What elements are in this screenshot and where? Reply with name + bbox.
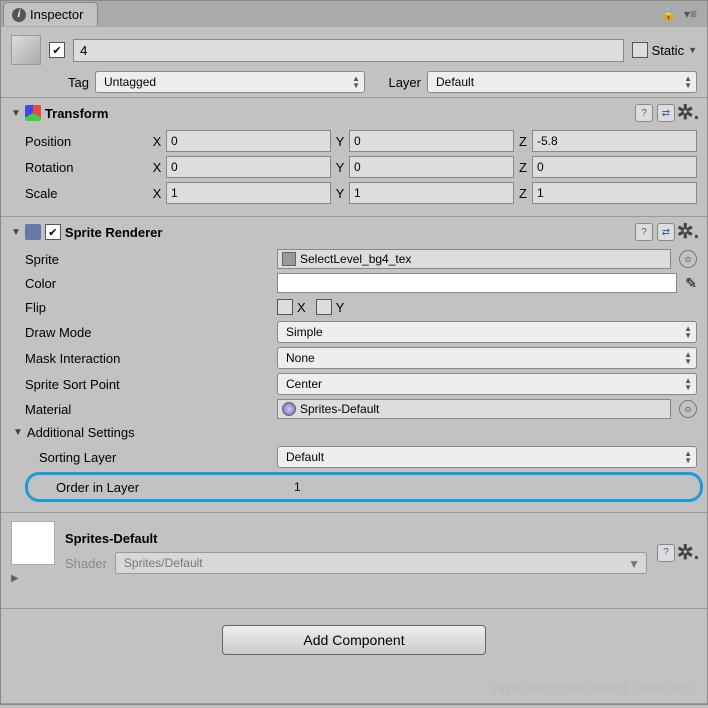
foldout-icon[interactable]: ▼	[11, 227, 21, 238]
transform-component: ▼ Transform ? ⇄ ✲. Position X Y Z Rotati…	[1, 98, 707, 217]
order-in-layer-highlight: Order in Layer	[25, 472, 703, 502]
component-enabled-checkbox[interactable]: ✔	[45, 224, 61, 240]
gameobject-icon[interactable]	[11, 35, 41, 65]
draw-mode-dropdown[interactable]: Simple▲▼	[277, 321, 697, 343]
gear-icon[interactable]: ✲.	[679, 223, 697, 241]
shader-label: Shader	[65, 556, 107, 571]
order-in-layer-label: Order in Layer	[56, 480, 290, 495]
info-icon: i	[12, 8, 26, 22]
static-dropdown-icon[interactable]: ▼	[688, 45, 697, 55]
transform-icon	[25, 105, 41, 121]
tab-menu-icon[interactable]: ▾≡	[684, 7, 697, 21]
eyedropper-icon[interactable]: ✎	[685, 275, 697, 292]
texture-icon	[282, 252, 296, 266]
material-field[interactable]: Sprites-Default	[277, 399, 671, 419]
transform-title: Transform	[45, 106, 631, 121]
draw-mode-label: Draw Mode	[25, 325, 273, 340]
position-y-input[interactable]	[349, 130, 514, 152]
sorting-layer-label: Sorting Layer	[39, 450, 273, 465]
foldout-icon[interactable]: ▼	[11, 108, 21, 119]
inspector-tab[interactable]: i Inspector	[3, 2, 98, 26]
tag-dropdown[interactable]: Untagged ▲▼	[95, 71, 365, 93]
gear-icon[interactable]: ✲.	[679, 104, 697, 122]
material-preview-section: ▶ Sprites-Default Shader Sprites/Default…	[1, 513, 707, 609]
tab-title: Inspector	[30, 7, 83, 22]
preset-icon[interactable]: ⇄	[657, 104, 675, 122]
gameobject-name-input[interactable]	[73, 39, 624, 62]
help-icon[interactable]: ?	[657, 544, 675, 562]
active-checkbox[interactable]: ✔	[49, 42, 65, 58]
material-name: Sprites-Default	[65, 531, 647, 546]
position-x-input[interactable]	[166, 130, 331, 152]
lock-icon[interactable]: 🔒	[661, 7, 676, 21]
shader-dropdown[interactable]: Sprites/Default▼	[115, 552, 647, 574]
rotation-y-input[interactable]	[349, 156, 514, 178]
scale-label: Scale	[25, 186, 146, 201]
sprite-renderer-icon	[25, 224, 41, 240]
sprite-renderer-title: Sprite Renderer	[65, 225, 631, 240]
sprite-label: Sprite	[25, 252, 273, 267]
material-label: Material	[25, 402, 273, 417]
scale-x-input[interactable]	[166, 182, 331, 204]
layer-dropdown[interactable]: Default ▲▼	[427, 71, 697, 93]
mask-interaction-label: Mask Interaction	[25, 351, 273, 366]
position-label: Position	[25, 134, 146, 149]
flip-label: Flip	[25, 300, 273, 315]
rotation-x-input[interactable]	[166, 156, 331, 178]
gear-icon[interactable]: ✲.	[679, 544, 697, 562]
help-icon[interactable]: ?	[635, 223, 653, 241]
sorting-layer-dropdown[interactable]: Default▲▼	[277, 446, 697, 468]
rotation-z-input[interactable]	[532, 156, 697, 178]
help-icon[interactable]: ?	[635, 104, 653, 122]
gameobject-header: ✔ Static ▼ Tag Untagged ▲▼ Layer Default…	[1, 27, 707, 98]
sprite-sort-point-dropdown[interactable]: Center▲▼	[277, 373, 697, 395]
material-thumbnail	[11, 521, 55, 565]
color-label: Color	[25, 276, 273, 291]
sprite-field[interactable]: SelectLevel_bg4_tex	[277, 249, 671, 269]
tag-label: Tag	[11, 75, 89, 90]
sprite-sort-point-label: Sprite Sort Point	[25, 377, 273, 392]
mask-interaction-dropdown[interactable]: None▲▼	[277, 347, 697, 369]
object-picker-icon[interactable]: ⊙	[679, 400, 697, 418]
layer-label: Layer	[371, 75, 421, 90]
rotation-label: Rotation	[25, 160, 146, 175]
foldout-icon[interactable]: ▼	[13, 427, 23, 438]
object-picker-icon[interactable]: ⊙	[679, 250, 697, 268]
watermark: https://blog.csdn.net/qq_29847807	[494, 681, 694, 696]
position-z-input[interactable]	[532, 130, 697, 152]
sprite-renderer-component: ▼ ✔ Sprite Renderer ? ⇄ ✲. Sprite Select…	[1, 217, 707, 513]
add-component-button[interactable]: Add Component	[222, 625, 485, 655]
preset-icon[interactable]: ⇄	[657, 223, 675, 241]
foldout-icon[interactable]: ▶	[11, 565, 55, 584]
tab-bar: i Inspector 🔒 ▾≡	[1, 1, 707, 27]
flip-y-checkbox[interactable]	[316, 299, 332, 315]
static-label: Static	[652, 43, 685, 58]
flip-x-checkbox[interactable]	[277, 299, 293, 315]
color-field[interactable]	[277, 273, 677, 293]
scale-y-input[interactable]	[349, 182, 514, 204]
order-in-layer-input[interactable]	[290, 477, 692, 497]
additional-settings-label: Additional Settings	[27, 425, 135, 440]
scale-z-input[interactable]	[532, 182, 697, 204]
material-icon	[282, 402, 296, 416]
static-checkbox[interactable]	[632, 42, 648, 58]
